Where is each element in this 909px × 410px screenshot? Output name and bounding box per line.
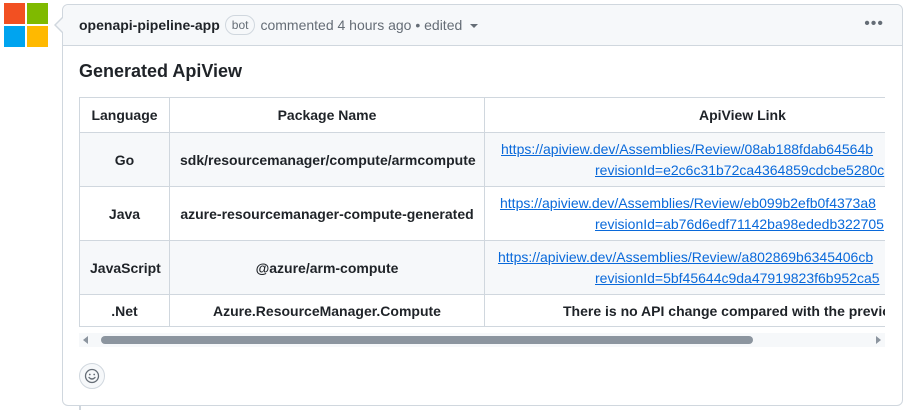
header-language: Language <box>79 97 170 133</box>
apiview-link-revision[interactable]: revisionId=e2c6c31b72ca4364859cdcbe5280c <box>595 162 884 178</box>
edited-dropdown-caret-icon[interactable] <box>470 24 479 28</box>
apiview-link-revision[interactable]: revisionId=ab76d6edf71142ba98ededb322705 <box>595 216 884 232</box>
cell-apiview-link: https://apiview.dev/Assemblies/Review/08… <box>484 132 885 187</box>
cell-language: .Net <box>79 294 170 327</box>
cell-language: Java <box>79 186 170 241</box>
cell-package: azure-resourcemanager-compute-generated <box>169 186 485 241</box>
cell-package: sdk/resourcemanager/compute/armcompute <box>169 132 485 187</box>
table-header-row: Language Package Name ApiView Link <box>79 97 885 133</box>
apiview-link-revision[interactable]: revisionId=5bf45644c9da47919823f6b952ca5 <box>595 270 880 286</box>
smiley-icon <box>84 368 100 384</box>
scroll-right-arrow-icon[interactable] <box>876 336 881 344</box>
apiview-table-viewport: Language Package Name ApiView Link Go sd… <box>79 97 885 331</box>
comment-title: Generated ApiView <box>79 61 243 81</box>
table-row: Go sdk/resourcemanager/compute/armcomput… <box>79 132 885 187</box>
cell-language: JavaScript <box>79 240 170 295</box>
table-horizontal-scrollbar[interactable] <box>79 333 885 347</box>
comment-pointer-fill <box>56 18 63 32</box>
cell-package: Azure.ResourceManager.Compute <box>169 294 485 327</box>
scroll-left-arrow-icon[interactable] <box>83 336 88 344</box>
comment-box: openapi-pipeline-app bot commented 4 hou… <box>62 4 903 406</box>
cell-apiview-link: https://apiview.dev/Assemblies/Review/eb… <box>484 186 885 241</box>
author-name[interactable]: openapi-pipeline-app <box>79 17 220 33</box>
cell-no-change-note: There is no API change compared with the… <box>484 294 885 327</box>
table-row: Java azure-resourcemanager-compute-gener… <box>79 186 885 241</box>
avatar[interactable] <box>4 3 54 53</box>
comment-meta[interactable]: commented 4 hours ago • edited <box>260 17 462 33</box>
table-row: JavaScript @azure/arm-compute https://ap… <box>79 240 885 295</box>
kebab-horizontal-icon[interactable]: ••• <box>864 16 884 32</box>
apiview-link[interactable]: https://apiview.dev/Assemblies/Review/08… <box>501 141 873 157</box>
cell-language: Go <box>79 132 170 187</box>
apiview-link[interactable]: https://apiview.dev/Assemblies/Review/eb… <box>500 195 876 211</box>
avatar-tile-blue <box>4 26 25 47</box>
avatar-tile-yellow <box>27 26 48 47</box>
apiview-link[interactable]: https://apiview.dev/Assemblies/Review/a8… <box>498 249 873 265</box>
bot-badge: bot <box>224 15 256 35</box>
header-apiview-link: ApiView Link <box>484 97 885 133</box>
comment-header: openapi-pipeline-app bot commented 4 hou… <box>63 5 902 46</box>
header-package-name: Package Name <box>169 97 485 133</box>
scrollbar-thumb[interactable] <box>101 336 753 344</box>
cell-apiview-link: https://apiview.dev/Assemblies/Review/a8… <box>484 240 885 295</box>
add-reaction-button[interactable] <box>79 363 105 389</box>
cell-package: @azure/arm-compute <box>169 240 485 295</box>
page: openapi-pipeline-app bot commented 4 hou… <box>0 0 909 410</box>
avatar-tile-green <box>27 3 48 24</box>
avatar-tile-red <box>4 3 25 24</box>
apiview-table: Language Package Name ApiView Link Go sd… <box>79 97 885 327</box>
table-row: .Net Azure.ResourceManager.Compute There… <box>79 294 885 327</box>
